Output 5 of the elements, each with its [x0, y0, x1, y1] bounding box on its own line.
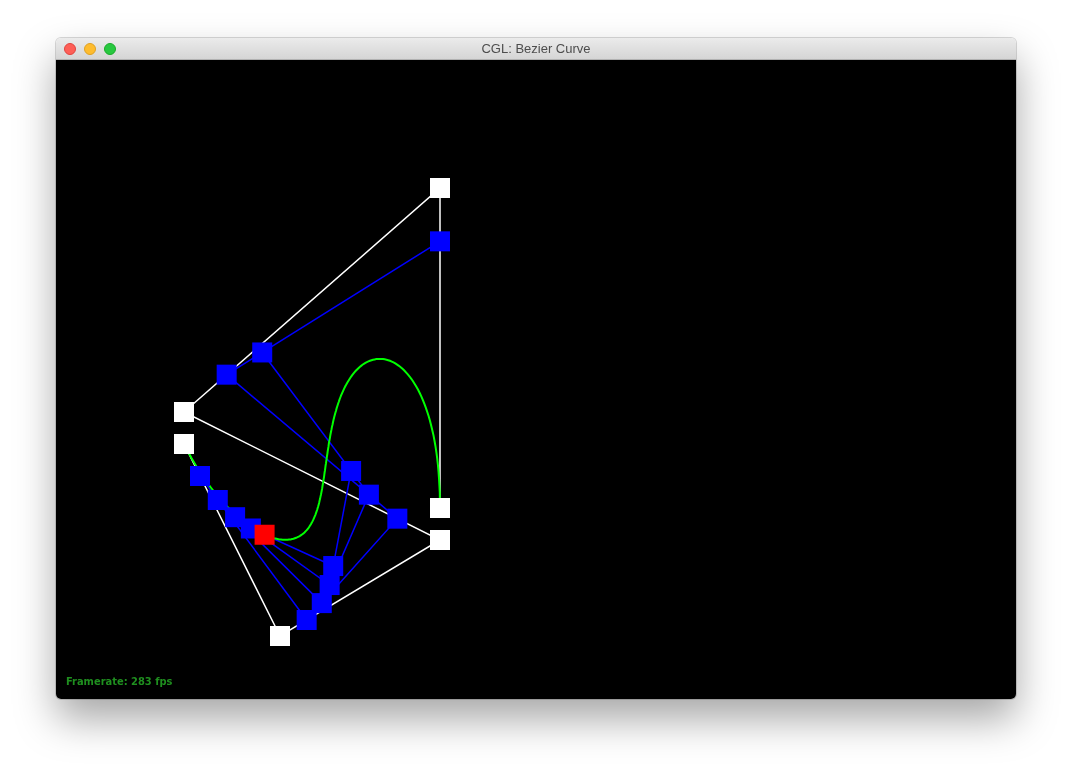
zoom-button[interactable] — [104, 42, 116, 55]
window-title: CGL: Bezier Curve — [481, 41, 591, 56]
minimize-button[interactable] — [84, 42, 96, 55]
framerate-label: Framerate: 283 fps — [66, 675, 173, 688]
close-button[interactable] — [64, 42, 76, 55]
